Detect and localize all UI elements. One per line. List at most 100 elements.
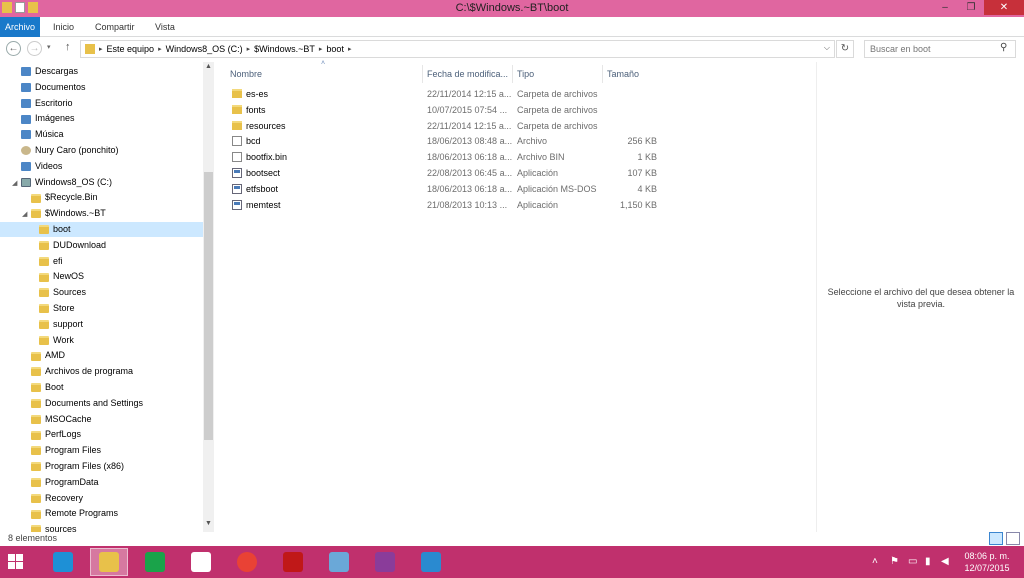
- file-date: 18/06/2013 06:18 a...: [427, 152, 513, 163]
- search-icon[interactable]: ⚲: [1000, 42, 1007, 53]
- file-row[interactable]: bootfix.bin 18/06/2013 06:18 a... Archivo …: [224, 149, 664, 165]
- back-button[interactable]: ←: [6, 41, 21, 56]
- taskbar-app[interactable]: [412, 548, 450, 576]
- file-name: fonts: [246, 104, 266, 115]
- tree-item-label: Boot: [45, 382, 64, 392]
- application-icon: [232, 183, 242, 194]
- details-view-icon[interactable]: [989, 532, 1003, 545]
- scroll-down-icon[interactable]: ▼: [203, 520, 214, 527]
- tree-item[interactable]: Program Files (x86): [0, 459, 203, 474]
- tree-item[interactable]: PerfLogs: [0, 427, 203, 442]
- tree-item-label: Escritorio: [35, 97, 73, 108]
- search-input[interactable]: [864, 40, 1016, 58]
- file-date: 18/06/2013 06:18 a...: [427, 183, 513, 194]
- flag-icon[interactable]: ⚑: [890, 556, 899, 567]
- nav-scrollbar[interactable]: ▲ ▼: [203, 62, 214, 532]
- file-row[interactable]: bcd 18/06/2013 08:48 a... Archivo 256 KB: [224, 133, 664, 149]
- tree-item[interactable]: ProgramData: [0, 475, 203, 490]
- tab-vista[interactable]: Vista: [155, 17, 175, 37]
- network-icon[interactable]: ▮: [925, 556, 931, 567]
- taskbar-app[interactable]: [182, 548, 220, 576]
- tab-archivo[interactable]: Archivo: [0, 17, 40, 37]
- tree-item[interactable]: $Recycle.Bin: [0, 190, 203, 205]
- tree-item[interactable]: Boot: [0, 380, 203, 395]
- file-row[interactable]: resources 22/11/2014 12:15 a... Carpeta de…: [224, 118, 664, 134]
- tree-item-label: Program Files (x86): [45, 461, 125, 471]
- forward-button[interactable]: →: [27, 41, 42, 56]
- taskbar-app[interactable]: [228, 548, 266, 576]
- tree-item[interactable]: Recovery: [0, 491, 203, 506]
- minimize-button[interactable]: –: [932, 0, 958, 15]
- breadcrumb-este-equipo[interactable]: Este equipo: [107, 44, 155, 55]
- volume-icon[interactable]: ◀: [941, 556, 949, 567]
- maximize-button[interactable]: ❐: [958, 0, 984, 15]
- tree-item[interactable]: Remote Programs: [0, 506, 203, 521]
- windows-start-icon[interactable]: [8, 554, 24, 570]
- tree-item[interactable]: Documents and Settings: [0, 396, 203, 411]
- column-header-date[interactable]: Fecha de modifica...: [422, 65, 512, 83]
- tree-item[interactable]: Imágenes: [0, 111, 203, 126]
- tree-item[interactable]: sources: [0, 522, 203, 532]
- close-button[interactable]: ✕: [984, 0, 1024, 15]
- tree-item[interactable]: Work: [0, 333, 203, 348]
- tree-item[interactable]: Store: [0, 301, 203, 316]
- address-bar[interactable]: ▸ Este equipo ▸ Windows8_OS (C:) ▸ $Wind…: [80, 40, 835, 58]
- tree-item[interactable]: ◢ Windows8_OS (C:): [0, 175, 203, 190]
- breadcrumb-boot[interactable]: boot: [326, 44, 344, 55]
- folder-icon: [39, 240, 49, 250]
- recent-locations-icon[interactable]: ▾: [47, 43, 51, 51]
- scroll-up-icon[interactable]: ▲: [203, 63, 214, 70]
- file-row[interactable]: memtest 21/08/2013 10:13 ... Aplicación 1,1…: [224, 197, 664, 213]
- tree-item[interactable]: Program Files: [0, 443, 203, 458]
- tree-item[interactable]: boot: [0, 222, 203, 237]
- tree-item[interactable]: Sources: [0, 285, 203, 300]
- display-icon[interactable]: ▭: [908, 556, 917, 567]
- tree-item[interactable]: AMD: [0, 348, 203, 363]
- taskbar-app[interactable]: [136, 548, 174, 576]
- large-icons-view-icon[interactable]: [1006, 532, 1020, 545]
- up-arrow-icon[interactable]: ↑: [65, 41, 71, 53]
- tree-item[interactable]: efi: [0, 254, 203, 269]
- tree-item[interactable]: ◢ $Windows.~BT: [0, 206, 203, 221]
- tab-inicio[interactable]: Inicio: [53, 17, 74, 37]
- tree-item[interactable]: Nury Caro (ponchito): [0, 143, 203, 158]
- taskbar-app[interactable]: [90, 548, 128, 576]
- tree-item[interactable]: NewOS: [0, 269, 203, 284]
- folder-icon: [39, 335, 49, 345]
- tree-item[interactable]: MSOCache: [0, 412, 203, 427]
- expanded-caret-icon[interactable]: ◢: [22, 207, 31, 222]
- scroll-thumb[interactable]: [204, 172, 213, 440]
- clock[interactable]: 08:06 p. m. 12/07/2015: [950, 550, 1024, 574]
- expanded-caret-icon[interactable]: ◢: [12, 176, 21, 191]
- file-row[interactable]: etfsboot 18/06/2013 06:18 a... Aplicación …: [224, 181, 664, 197]
- tree-item-label: Work: [53, 334, 74, 345]
- breadcrumb-drive[interactable]: Windows8_OS (C:): [166, 44, 243, 55]
- folder-icon: [85, 44, 95, 54]
- chevron-down-icon[interactable]: ⌵: [824, 43, 830, 53]
- tree-item[interactable]: Escritorio: [0, 96, 203, 111]
- taskbar-app[interactable]: [274, 548, 312, 576]
- tree-item[interactable]: Descargas: [0, 64, 203, 79]
- tree-item[interactable]: Documentos: [0, 80, 203, 95]
- tree-item[interactable]: Archivos de programa: [0, 364, 203, 379]
- file-row[interactable]: bootsect 22/08/2013 06:45 a... Aplicación 1…: [224, 165, 664, 181]
- refresh-button[interactable]: ↻: [836, 40, 854, 58]
- taskbar-app[interactable]: [44, 548, 82, 576]
- tree-item[interactable]: Videos: [0, 159, 203, 174]
- taskbar-app[interactable]: [366, 548, 404, 576]
- chevron-up-icon[interactable]: ˄: [872, 556, 878, 567]
- tree-item[interactable]: support: [0, 317, 203, 332]
- column-header-size[interactable]: Tamaño: [602, 65, 665, 83]
- column-header-name[interactable]: Nombre: [226, 65, 422, 83]
- tab-compartir[interactable]: Compartir: [95, 17, 135, 37]
- file-row[interactable]: es-es 22/11/2014 12:15 a... Carpeta de arc…: [224, 86, 664, 102]
- column-header-type[interactable]: Tipo: [512, 65, 602, 83]
- tree-item[interactable]: Música: [0, 127, 203, 142]
- breadcrumb-windows-bt[interactable]: $Windows.~BT: [254, 44, 315, 55]
- taskbar-app[interactable]: [320, 548, 358, 576]
- tree-item-label: Videos: [35, 160, 63, 171]
- tree-item[interactable]: DUDownload: [0, 238, 203, 253]
- tree-item-label: Nury Caro (ponchito): [35, 145, 119, 155]
- file-row[interactable]: fonts 10/07/2015 07:54 ... Carpeta de arch…: [224, 102, 664, 118]
- file-size: 107 KB: [627, 168, 657, 178]
